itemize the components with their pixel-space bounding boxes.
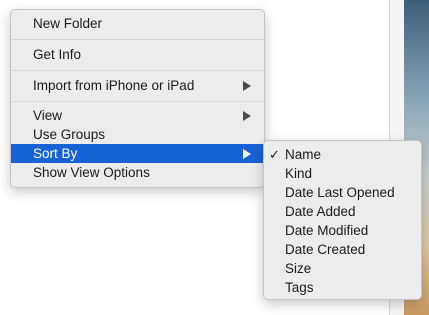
sort-item-date-modified[interactable]: Date Modified xyxy=(264,221,421,240)
menu-item-label: Sort By xyxy=(33,146,78,161)
menu-item-label: New Folder xyxy=(33,16,103,31)
menu-item-view[interactable]: View xyxy=(11,106,264,125)
menu-item-label: Tags xyxy=(285,280,314,295)
submenu-arrow-icon xyxy=(243,110,251,121)
submenu-arrow-icon xyxy=(243,148,251,159)
menu-item-label: Show View Options xyxy=(33,165,150,180)
menu-separator xyxy=(11,101,264,102)
context-menu: New Folder Get Info Import from iPhone o… xyxy=(10,9,265,188)
menu-item-label: Date Last Opened xyxy=(285,185,395,200)
sort-item-kind[interactable]: Kind xyxy=(264,164,421,183)
sort-item-date-created[interactable]: Date Created xyxy=(264,240,421,259)
menu-item-sort-by[interactable]: Sort By xyxy=(11,144,264,163)
sort-item-date-last-opened[interactable]: Date Last Opened xyxy=(264,183,421,202)
menu-item-import-from-iphone[interactable]: Import from iPhone or iPad xyxy=(11,75,264,97)
menu-item-label: View xyxy=(33,108,63,123)
menu-item-label: Import from iPhone or iPad xyxy=(33,78,195,93)
menu-separator xyxy=(11,39,264,40)
submenu-arrow-icon xyxy=(243,81,251,91)
menu-separator xyxy=(11,70,264,71)
menu-item-new-folder[interactable]: New Folder xyxy=(11,13,264,35)
menu-item-label: Use Groups xyxy=(33,127,106,142)
menu-item-label: Kind xyxy=(285,166,313,181)
sort-item-name[interactable]: ✓ Name xyxy=(264,145,421,164)
menu-item-label: Date Created xyxy=(285,242,366,257)
menu-item-show-view-options[interactable]: Show View Options xyxy=(11,163,264,182)
sort-item-date-added[interactable]: Date Added xyxy=(264,202,421,221)
menu-item-label: Size xyxy=(285,261,312,276)
checkmark-icon: ✓ xyxy=(269,147,280,162)
menu-item-label: Name xyxy=(285,147,322,162)
menu-item-get-info[interactable]: Get Info xyxy=(11,44,264,66)
menu-item-label: Date Modified xyxy=(285,223,369,238)
sort-item-tags[interactable]: Tags xyxy=(264,278,421,297)
menu-item-use-groups[interactable]: Use Groups xyxy=(11,125,264,144)
menu-item-label: Date Added xyxy=(285,204,356,219)
sort-item-size[interactable]: Size xyxy=(264,259,421,278)
menu-item-label: Get Info xyxy=(33,47,82,62)
sort-by-submenu: ✓ Name Kind Date Last Opened Date Added … xyxy=(263,140,422,300)
